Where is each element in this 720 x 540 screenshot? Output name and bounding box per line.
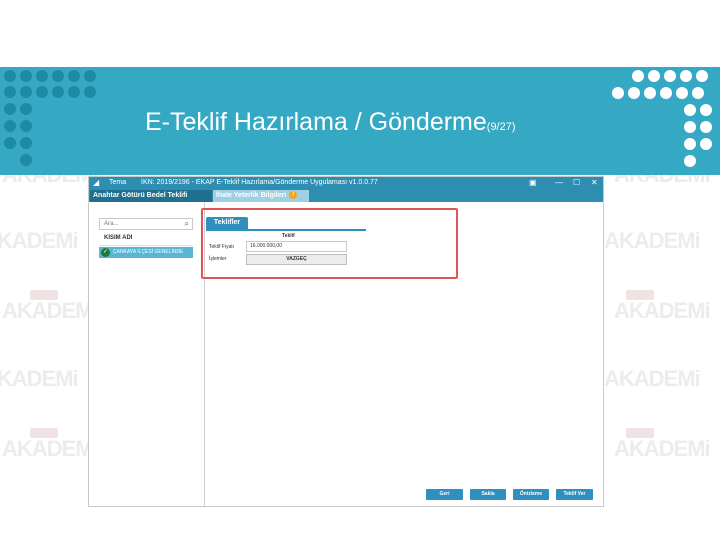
watermark-logo: AKADEMi [604, 366, 701, 391]
operations-label: İşlemler [209, 256, 227, 262]
tab-offers[interactable]: Teklifler [206, 217, 248, 229]
submit-offer-button[interactable]: Teklif Ver [556, 489, 593, 500]
lot-name-header: KISIM ADI [104, 235, 133, 241]
divider [99, 245, 193, 246]
tab-qualification-info[interactable]: İhale Yeterlik Bilgileri! [213, 190, 309, 202]
slide-title-text: E-Teklif Hazırlama / Gönderme [145, 108, 487, 136]
bid-price-field[interactable]: 16.000.000,00 [246, 241, 347, 252]
watermark-badge [30, 290, 58, 300]
window-titlebar: ◢ Tema İKN: 2019/2196 - EKAP E-Teklif Ha… [89, 177, 603, 189]
minimize-button[interactable]: — [555, 177, 563, 189]
search-input[interactable]: Ara... ⌕ [99, 218, 193, 230]
watermark-logo: AKADEMi [2, 298, 99, 323]
watermark-logo: AKADEMi [614, 436, 711, 461]
app-logo-icon: ◢ [93, 178, 100, 187]
save-button[interactable]: Sakla [470, 489, 506, 500]
window-title: İKN: 2019/2196 - EKAP E-Teklif Hazırlama… [141, 179, 378, 186]
back-button[interactable]: Geri [426, 489, 463, 500]
watermark-logo: AKADEMi [0, 228, 79, 253]
close-button[interactable]: ✕ [591, 177, 598, 189]
theme-menu[interactable]: Tema [109, 177, 126, 189]
maximize-button[interactable]: ☐ [573, 177, 580, 189]
preview-button[interactable]: Önizleme [513, 489, 549, 500]
section-underline [206, 229, 366, 231]
bid-price-label: Teklif Fiyatı [209, 244, 235, 250]
tab-lump-sum-offer[interactable]: Anahtar Götürü Bedel Teklifi [90, 190, 212, 202]
watermark-logo: AKADEMi [2, 436, 99, 461]
lot-sidebar: Ara... ⌕ KISIM ADI ✓ ÇANKAYA İLÇESİ GENE… [89, 202, 205, 506]
tab-strip: Anahtar Götürü Bedel Teklifi İhale Yeter… [89, 189, 603, 202]
watermark-badge [626, 428, 654, 438]
search-icon[interactable]: ⌕ [185, 219, 189, 229]
slide-counter: (9/27) [486, 121, 516, 133]
watermark-logo: AKADEMi [0, 366, 79, 391]
check-icon: ✓ [101, 248, 110, 257]
watermark-badge [626, 290, 654, 300]
lot-item-label: ÇANKAYA İLÇESİ GENELİNDE [113, 249, 184, 255]
watermark-logo: AKADEMi [614, 298, 711, 323]
warning-icon: ! [289, 191, 298, 200]
tab-label: İhale Yeterlik Bilgileri [216, 192, 287, 199]
watermark-badge [30, 428, 58, 438]
offer-column-title: Teklif [282, 233, 295, 239]
user-icon[interactable]: ▣ [529, 177, 537, 189]
slide-title: E-Teklif Hazırlama / Gönderme(9/27) [145, 108, 516, 137]
search-placeholder: Ara... [104, 221, 119, 227]
lot-list-item[interactable]: ✓ ÇANKAYA İLÇESİ GENELİNDE [99, 247, 193, 258]
watermark-logo: AKADEMi [604, 228, 701, 253]
cancel-button[interactable]: VAZGEÇ [246, 254, 347, 265]
